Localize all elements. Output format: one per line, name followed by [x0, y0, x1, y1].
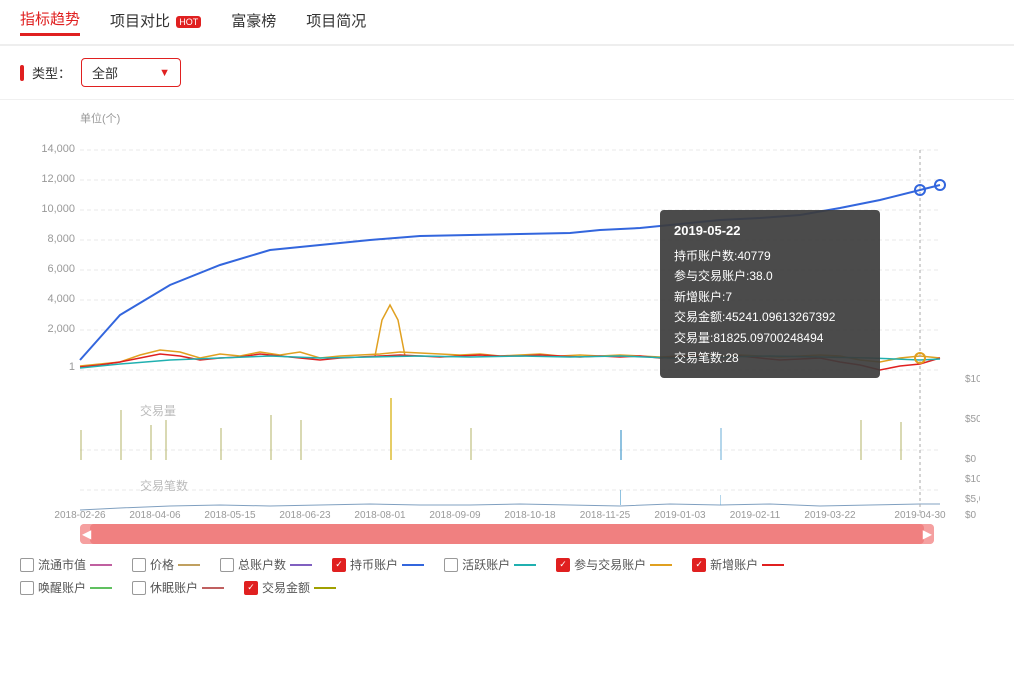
svg-text:6,000: 6,000	[47, 263, 75, 275]
legend-checkbox-dormant[interactable]	[132, 581, 146, 595]
legend-area: 流通市值 价格 总账户数 持币账户 活跃账户 参与	[0, 548, 1014, 596]
chart-wrapper: 14,000 12,000 10,000 8,000 6,000 4,000 2…	[20, 130, 994, 520]
svg-text:2019-02-11: 2019-02-11	[730, 510, 781, 520]
svg-text:$10,000: $10,000	[965, 474, 980, 485]
legend-checkbox-new-accounts[interactable]	[692, 558, 706, 572]
svg-text:$50,000,000: $50,000,000	[965, 414, 980, 425]
legend-checkbox-price[interactable]	[132, 558, 146, 572]
legend-line-total-accounts	[290, 564, 312, 566]
legend-line-new-accounts	[762, 564, 784, 566]
legend-checkbox-trading-accounts[interactable]	[556, 558, 570, 572]
svg-text:$0: $0	[965, 454, 977, 465]
svg-text:2018-08-01: 2018-08-01	[354, 510, 406, 520]
legend-line-market-cap	[90, 564, 112, 566]
scrollbar-right-arrow-icon[interactable]: ▶	[923, 527, 932, 541]
legend-item-trading-accounts[interactable]: 参与交易账户	[556, 556, 672, 573]
legend-line-price	[178, 564, 200, 566]
svg-text:2018-05-15: 2018-05-15	[204, 510, 256, 520]
scrollbar-left-arrow-icon[interactable]: ◀	[82, 527, 91, 541]
svg-text:$5,000: $5,000	[965, 494, 980, 505]
legend-item-new-accounts[interactable]: 新增账户	[692, 556, 784, 573]
nav-item-rich[interactable]: 富豪榜	[231, 10, 276, 35]
legend-item-market-cap[interactable]: 流通市值	[20, 556, 112, 573]
svg-text:2019-01-03: 2019-01-03	[654, 510, 706, 520]
legend-line-trade-amount	[314, 587, 336, 589]
legend-item-trade-amount[interactable]: 交易金额	[244, 579, 336, 596]
legend-row-2: 唤醒账户 休眠账户 交易金额	[20, 579, 994, 596]
legend-checkbox-trade-amount[interactable]	[244, 581, 258, 595]
volume-label: 交易量	[140, 403, 176, 418]
legend-item-awakened[interactable]: 唤醒账户	[20, 579, 112, 596]
nav-item-overview[interactable]: 项目简况	[306, 10, 366, 35]
filter-row: 类型： 全部 ▼	[0, 46, 1014, 100]
svg-text:2019-04-30: 2019-04-30	[894, 510, 946, 520]
scrollbar-thumb[interactable]	[90, 524, 924, 544]
legend-item-price[interactable]: 价格	[132, 556, 200, 573]
legend-item-dormant[interactable]: 休眠账户	[132, 579, 224, 596]
txn-count-label: 交易笔数	[140, 478, 188, 493]
nav-badge-hot: HOT	[176, 16, 201, 28]
legend-line-trading-accounts	[650, 564, 672, 566]
svg-text:8,000: 8,000	[47, 233, 75, 245]
legend-checkbox-market-cap[interactable]	[20, 558, 34, 572]
legend-checkbox-awakened[interactable]	[20, 581, 34, 595]
svg-text:4,000: 4,000	[47, 293, 75, 305]
svg-text:2018-09-09: 2018-09-09	[429, 510, 481, 520]
main-chart-svg: 14,000 12,000 10,000 8,000 6,000 4,000 2…	[20, 130, 980, 520]
legend-checkbox-coin-holders[interactable]	[332, 558, 346, 572]
svg-text:2018-11-25: 2018-11-25	[580, 510, 631, 520]
chart-unit-label: 单位(个)	[80, 110, 994, 126]
nav-bar: 指标趋势 项目对比 HOT 富豪榜 项目简况	[0, 0, 1014, 46]
legend-checkbox-active-accounts[interactable]	[444, 558, 458, 572]
svg-text:2,000: 2,000	[47, 323, 75, 335]
filter-label: 类型：	[20, 63, 71, 82]
svg-text:1: 1	[69, 361, 75, 373]
legend-checkbox-total-accounts[interactable]	[220, 558, 234, 572]
legend-line-active-accounts	[514, 564, 536, 566]
svg-text:$100,000,000: $100,000,000	[965, 374, 980, 385]
svg-text:2018-06-23: 2018-06-23	[279, 510, 331, 520]
svg-text:14,000: 14,000	[41, 143, 75, 155]
svg-text:10,000: 10,000	[41, 203, 75, 215]
nav-item-metrics[interactable]: 指标趋势	[20, 8, 80, 36]
legend-item-active-accounts[interactable]: 活跃账户	[444, 556, 536, 573]
svg-text:12,000: 12,000	[41, 173, 75, 185]
svg-text:$0: $0	[965, 510, 977, 520]
legend-line-coin-holders	[402, 564, 424, 566]
legend-line-dormant	[202, 587, 224, 589]
chart-container: 单位(个) 14,000 12,000 10,000 8,000 6,000 4…	[0, 100, 1014, 520]
coin-holders-line	[80, 185, 940, 360]
legend-item-total-accounts[interactable]: 总账户数	[220, 556, 312, 573]
dropdown-arrow-icon: ▼	[159, 67, 170, 79]
legend-row-1: 流通市值 价格 总账户数 持币账户 活跃账户 参与	[20, 556, 994, 573]
svg-text:2019-03-22: 2019-03-22	[804, 510, 856, 520]
type-filter-select[interactable]: 全部 ▼	[81, 58, 181, 87]
legend-line-awakened	[90, 587, 112, 589]
nav-item-compare[interactable]: 项目对比 HOT	[110, 10, 201, 35]
svg-text:2018-02-26: 2018-02-26	[54, 510, 106, 520]
chart-scrollbar[interactable]: ◀ ▶	[80, 524, 934, 544]
svg-text:2018-10-18: 2018-10-18	[504, 510, 556, 520]
svg-text:2018-04-06: 2018-04-06	[129, 510, 181, 520]
legend-item-coin-holders[interactable]: 持币账户	[332, 556, 424, 573]
